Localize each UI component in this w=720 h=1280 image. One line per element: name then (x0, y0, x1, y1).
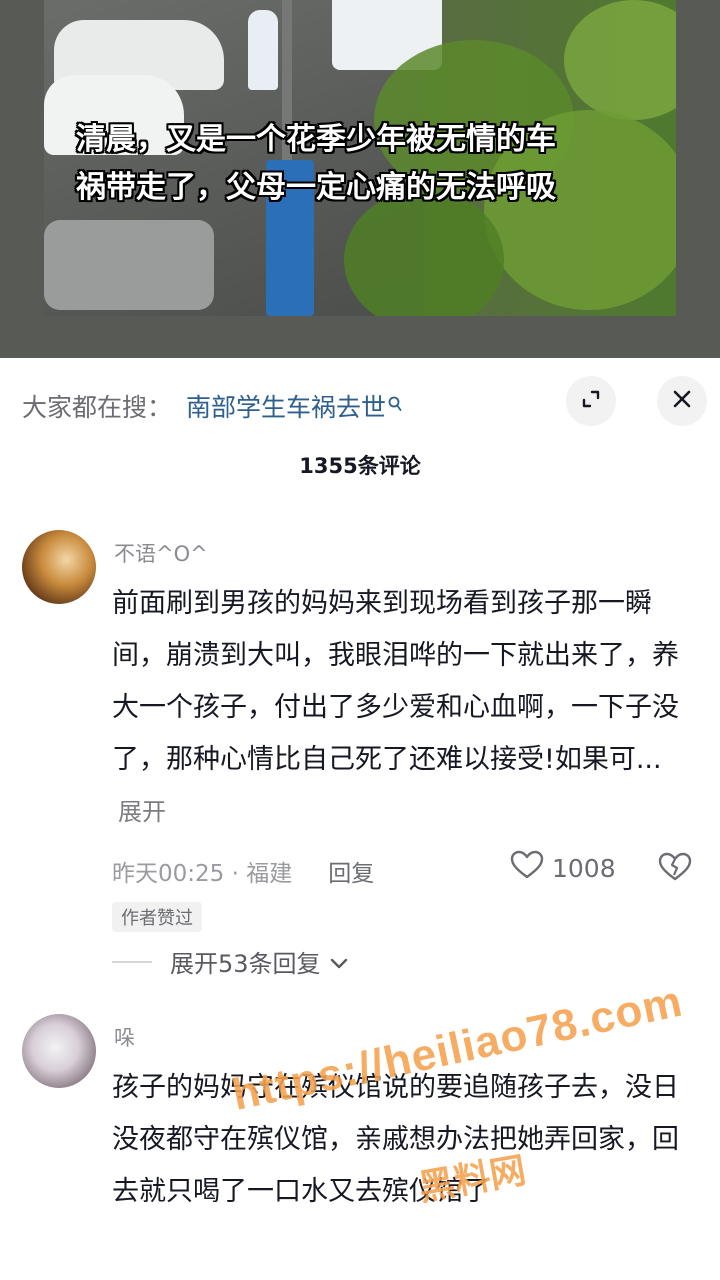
author-liked-badge: 作者赞过 (112, 902, 202, 932)
tree-image (564, 0, 676, 120)
comment-username[interactable]: 哚 (114, 1022, 135, 1052)
comment-count: 1355条评论 (299, 454, 421, 478)
caption-line: 清晨，又是一个花季少年被无情的车 (76, 122, 556, 157)
expand-replies-button[interactable]: 展开53条回复 (112, 944, 349, 979)
expand-button[interactable] (566, 376, 616, 426)
trending-search-prefix: 大家都在搜： (22, 393, 173, 422)
comment-text: 前面刷到男孩的妈妈来到现场看到孩子那一瞬间，崩溃到大叫，我眼泪哗的一下就出来了，… (112, 588, 679, 775)
comment-text: 孩子的妈妈守在殡仪馆说的要追随孩子去，没日没夜都守在殡仪馆，亲戚想办法把她弄回家… (112, 1072, 679, 1207)
trending-search[interactable]: 大家都在搜： 南部学生车祸去世 (22, 384, 402, 428)
reply-button[interactable]: 回复 (328, 854, 374, 888)
divider (112, 960, 152, 963)
expand-icon (579, 387, 603, 415)
replies-label: 展开53条回复 (170, 950, 321, 978)
comment-time-location: 昨天00:25 · 福建 (112, 861, 293, 887)
caption-line: 祸带走了，父母一定心痛的无法呼吸 (76, 170, 556, 205)
close-icon (671, 388, 693, 414)
broken-heart-icon[interactable] (658, 852, 692, 886)
chevron-down-icon (329, 948, 349, 976)
like-count: 1008 (552, 853, 616, 883)
avatar[interactable] (22, 530, 96, 604)
heart-icon (510, 850, 544, 886)
search-icon[interactable] (388, 389, 402, 411)
car-image (44, 220, 214, 310)
person-image (248, 10, 278, 90)
trending-search-term[interactable]: 南部学生车祸去世 (186, 388, 386, 424)
video-caption: 清晨，又是一个花季少年被无情的车 祸带走了，父母一定心痛的无法呼吸 (76, 116, 636, 212)
video-player[interactable]: 清晨，又是一个花季少年被无情的车 祸带走了，父母一定心痛的无法呼吸 (0, 0, 720, 358)
comment-username[interactable]: 不语^O^ (114, 538, 208, 568)
comment-body[interactable]: 前面刷到男孩的妈妈来到现场看到孩子那一瞬间，崩溃到大叫，我眼泪哗的一下就出来了，… (112, 578, 682, 838)
avatar[interactable] (22, 1014, 96, 1088)
expand-comment-link[interactable]: 展开 (118, 798, 166, 826)
like-button[interactable]: 1008 (510, 850, 616, 886)
comment-meta: 昨天00:25 · 福建 回复 (112, 854, 374, 888)
close-button[interactable] (657, 376, 707, 426)
